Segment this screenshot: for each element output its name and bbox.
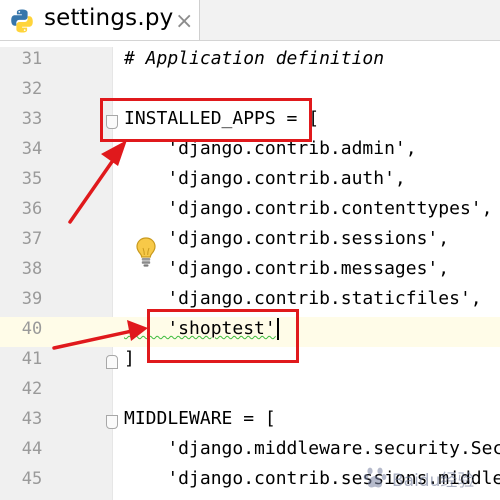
code-line: 43 MIDDLEWARE = [	[0, 407, 500, 437]
code-line: 38 'django.contrib.messages',	[0, 257, 500, 287]
paw-icon	[363, 467, 387, 488]
code-line: 37 'django.contrib.sessions',	[0, 227, 500, 257]
line-number: 41	[21, 349, 43, 369]
code-text: ]	[124, 348, 135, 369]
line-number: 31	[21, 49, 43, 69]
editor-tab-bar: settings.py ×	[0, 0, 500, 41]
line-number: 43	[21, 409, 43, 429]
line-number: 39	[21, 289, 43, 309]
line-number: 38	[21, 259, 43, 279]
code-text: MIDDLEWARE = [	[124, 408, 276, 429]
line-number: 40	[21, 319, 43, 339]
line-number: 34	[21, 139, 43, 159]
tab-settings-py[interactable]: settings.py ×	[0, 0, 200, 40]
line-number: 42	[21, 379, 43, 399]
code-text: # Application definition	[124, 48, 385, 69]
lightbulb-icon[interactable]	[134, 236, 158, 268]
line-number: 45	[21, 469, 43, 489]
highlight-box-shoptest	[147, 309, 299, 363]
line-number: 37	[21, 229, 43, 249]
code-line: 35 'django.contrib.auth',	[0, 167, 500, 197]
tab-filename: settings.py	[44, 5, 174, 31]
code-text: 'django.contrib.sessions',	[124, 228, 450, 249]
code-text: 'django.contrib.contenttypes',	[124, 198, 493, 219]
fold-marker-icon[interactable]	[106, 415, 118, 429]
highlight-box-installed-apps	[100, 98, 312, 142]
code-line: 31 # Application definition	[0, 47, 500, 77]
close-tab-icon[interactable]: ×	[175, 9, 193, 34]
fold-marker-icon[interactable]	[106, 355, 118, 369]
code-text: 'django.contrib.messages',	[124, 258, 450, 279]
baidu-watermark: Baidu经验	[362, 454, 500, 500]
line-number: 36	[21, 199, 43, 219]
code-text: 'django.contrib.staticfiles',	[124, 288, 482, 309]
line-number: 33	[21, 109, 43, 129]
code-text: 'django.contrib.auth',	[124, 168, 406, 189]
code-line: 42	[0, 377, 500, 407]
line-number: 44	[21, 439, 43, 459]
python-icon	[11, 9, 33, 33]
code-line: 36 'django.contrib.contenttypes',	[0, 197, 500, 227]
line-number: 35	[21, 169, 43, 189]
watermark-text: Baidu经验	[392, 471, 475, 491]
line-number: 32	[21, 79, 43, 99]
